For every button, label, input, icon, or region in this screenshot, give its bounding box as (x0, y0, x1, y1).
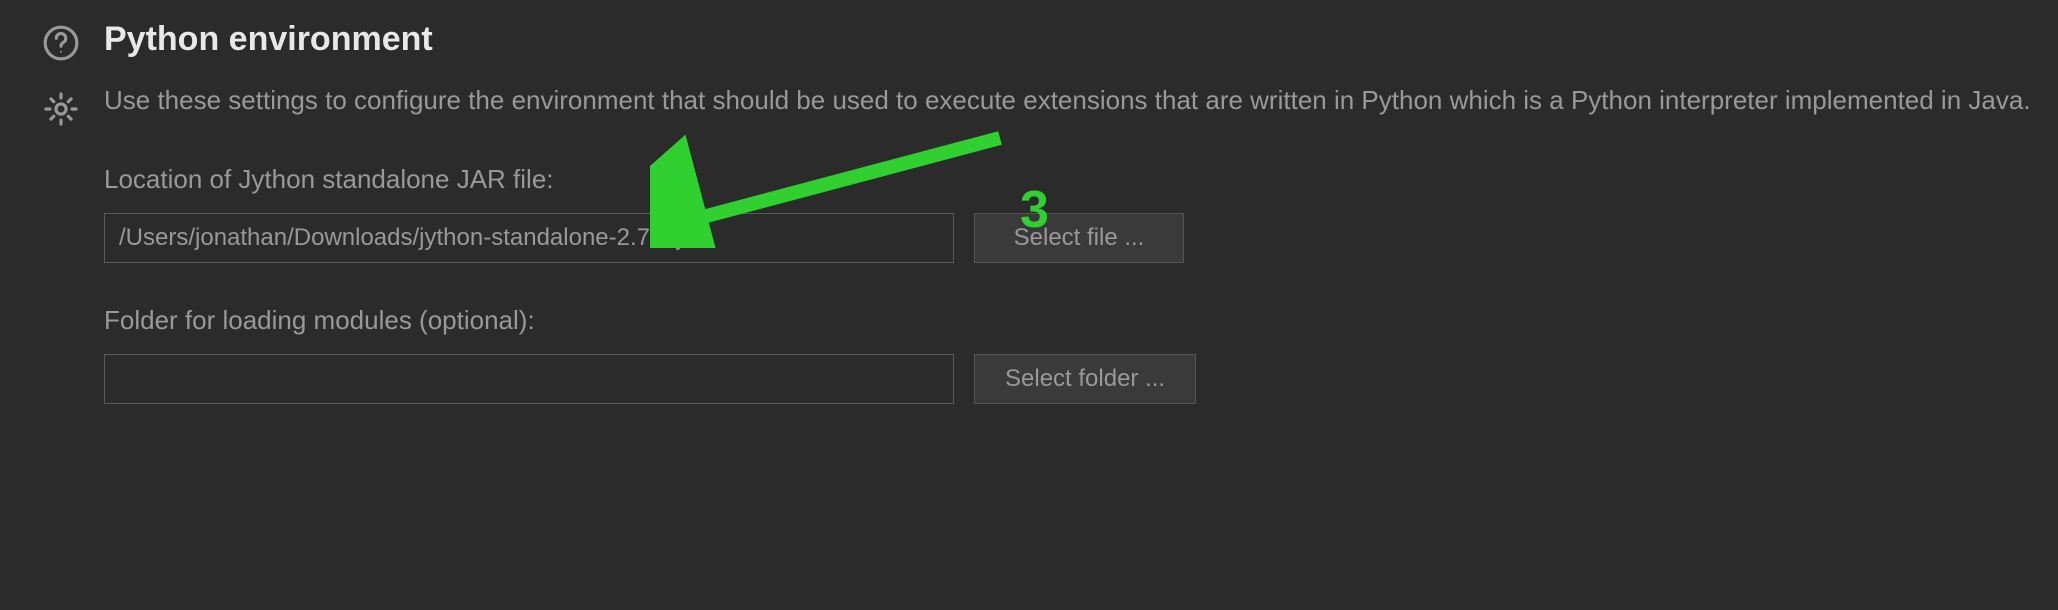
help-icon[interactable] (42, 24, 80, 68)
section-title: Python environment (104, 20, 2058, 59)
section-description: Use these settings to configure the envi… (104, 81, 2058, 120)
select-file-button[interactable]: Select file ... (974, 213, 1184, 263)
modules-label: Folder for loading modules (optional): (104, 305, 2058, 336)
jar-path-input[interactable] (104, 213, 954, 263)
jar-label: Location of Jython standalone JAR file: (104, 164, 2058, 195)
select-folder-button[interactable]: Select folder ... (974, 354, 1196, 404)
gear-icon[interactable] (42, 90, 80, 134)
modules-path-input[interactable] (104, 354, 954, 404)
